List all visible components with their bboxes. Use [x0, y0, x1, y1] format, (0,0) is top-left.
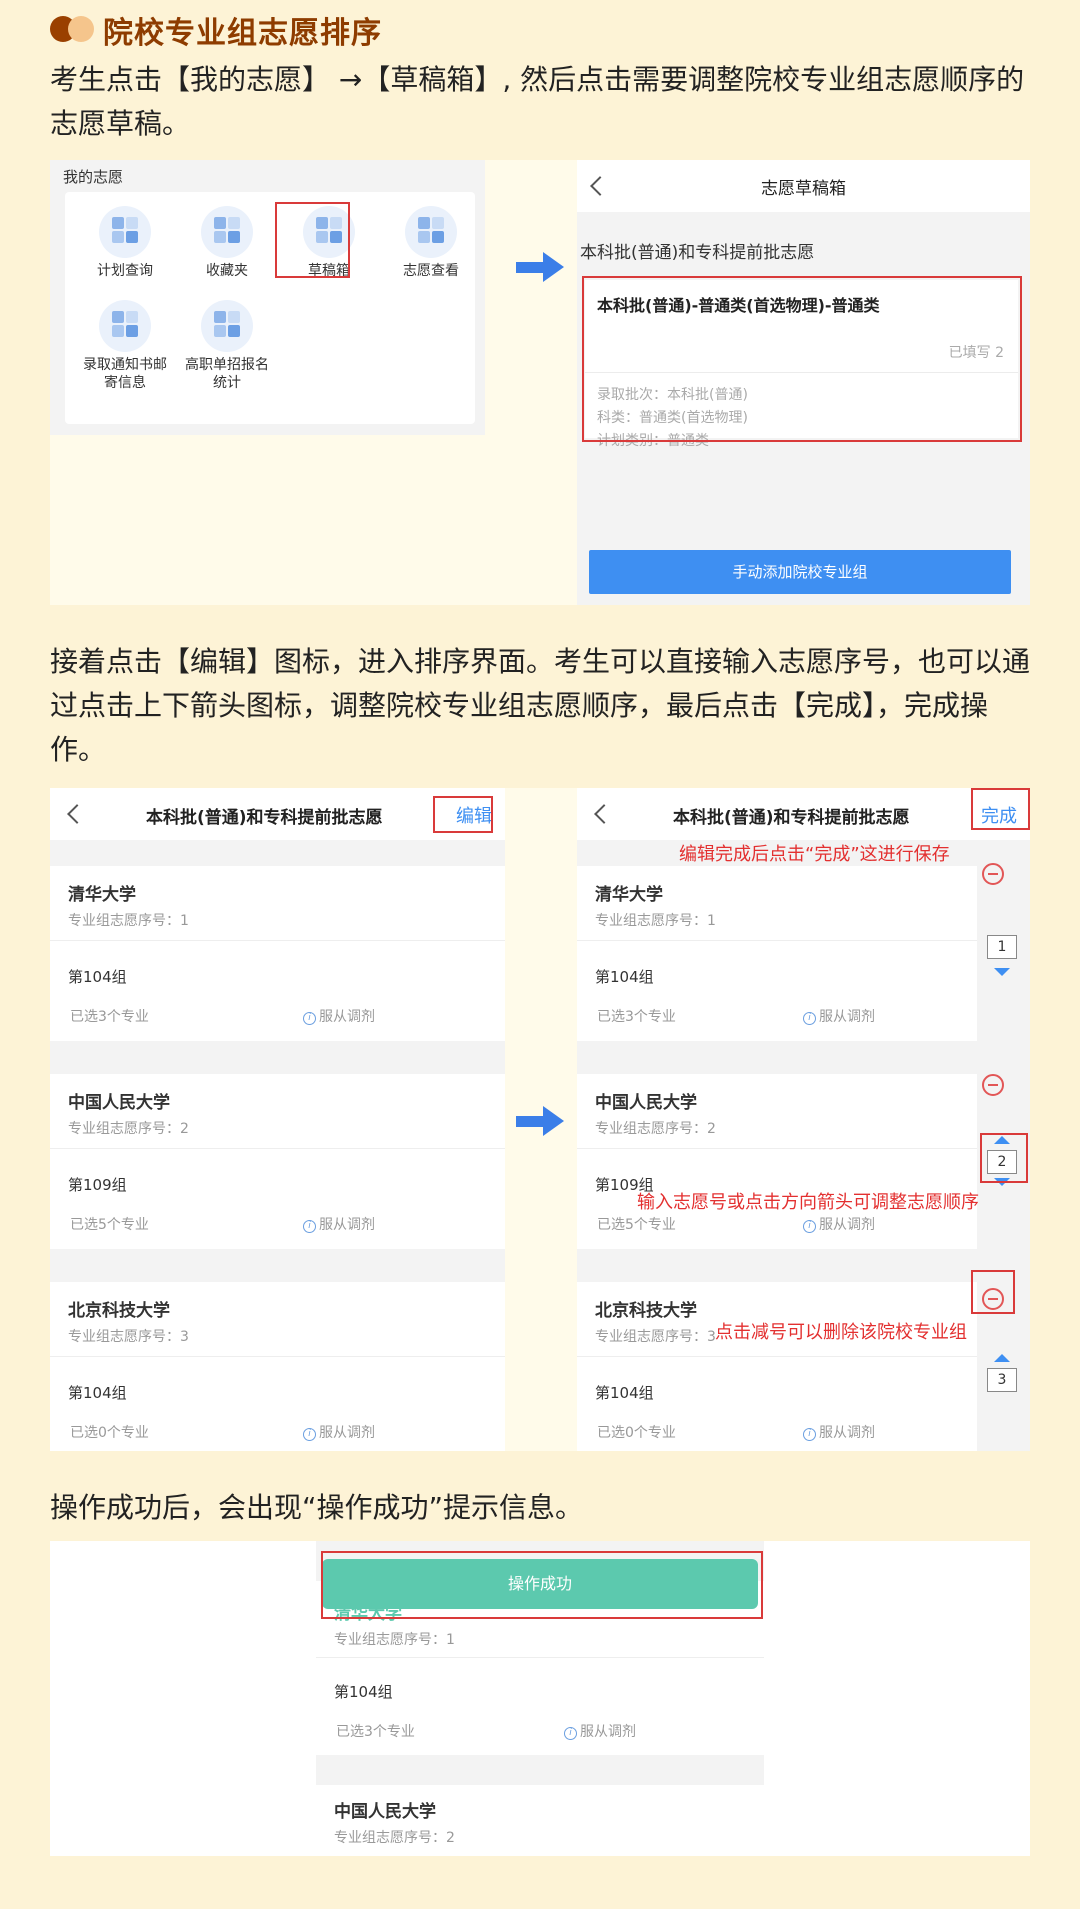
screenshot-sort: 本科批(普通)和专科提前批志愿 编辑 清华大学 专业组志愿序号：1 第104组 …	[50, 788, 1030, 1451]
draft-highlight-box	[582, 276, 1022, 442]
instruction-paragraph-3: 操作成功后，会出现“操作成功”提示信息。	[50, 1491, 584, 1524]
arrow-up-icon[interactable]	[994, 1354, 1010, 1362]
app-vocational-stats[interactable]: 高职单招报名统计	[177, 300, 277, 392]
section-title: 院校专业组志愿排序	[103, 16, 382, 51]
save-note: 编辑完成后点击“完成”这进行保存	[679, 844, 950, 865]
delete-note: 点击减号可以删除该院校专业组	[715, 1322, 967, 1343]
right-arrow-icon	[516, 1106, 564, 1136]
list-item[interactable]: 清华大学 专业组志愿序号：1 第104组 已选3个专业 i 服从调剂	[50, 866, 505, 1041]
list-nav-title: 本科批(普通)和专科提前批志愿	[146, 808, 383, 828]
info-icon: i	[803, 1220, 816, 1233]
add-group-button[interactable]: 手动添加院校专业组	[589, 550, 1011, 594]
favorites-icon	[201, 206, 253, 258]
my-choices-panel: 我的志愿 计划查询 收藏夹 草稿箱 志愿查看 录取通知书邮寄信息 高职单招报名统…	[50, 160, 485, 435]
app-view-choices[interactable]: 志愿查看	[381, 206, 481, 280]
screenshot-success: 清华大学 专业组志愿序号：1 第104组 已选3个专业 i 服从调剂 中国人民大学…	[50, 1541, 1030, 1856]
my-choices-title: 我的志愿	[63, 168, 124, 186]
minus-circle-icon[interactable]	[982, 1074, 1004, 1096]
batch-section-title: 本科批(普通)和专科提前批志愿	[580, 243, 815, 263]
list-item: 清华大学 专业组志愿序号：1 第104组 已选3个专业 i 服从调剂	[577, 866, 977, 1041]
edit-highlight-box	[433, 796, 493, 833]
screenshot-my-choices: 我的志愿 计划查询 收藏夹 草稿箱 志愿查看 录取通知书邮寄信息 高职单招报名统…	[50, 160, 1030, 605]
list-item: 中国人民大学 专业组志愿序号：2	[316, 1785, 764, 1856]
drafts-screen: 志愿草稿箱 本科批(普通)和专科提前批志愿 本科批(普通)-普通类(首选物理)-…	[577, 160, 1030, 605]
back-chevron-icon[interactable]	[67, 804, 87, 824]
list-item: 北京科技大学 专业组志愿序号：3 第104组 已选0个专业 i 服从调剂	[577, 1282, 977, 1451]
sort-nav-bar: 本科批(普通)和专科提前批志愿 完成	[577, 788, 1030, 840]
done-highlight-box	[971, 788, 1030, 830]
back-chevron-icon[interactable]	[594, 804, 614, 824]
info-icon: i	[803, 1428, 816, 1441]
drafts-nav-title: 志愿草稿箱	[761, 179, 846, 199]
sort-screen: 本科批(普通)和专科提前批志愿 完成 清华大学 专业组志愿序号：1 第104组 …	[577, 788, 1030, 1451]
list-item[interactable]: 北京科技大学 专业组志愿序号：3 第104组 已选0个专业 i 服从调剂	[50, 1282, 505, 1451]
sort-nav-title: 本科批(普通)和专科提前批志愿	[673, 808, 910, 828]
arrow-down-icon[interactable]	[994, 968, 1010, 976]
drafts-nav-bar: 志愿草稿箱	[577, 160, 1030, 212]
vocational-stats-icon	[201, 300, 253, 352]
order-highlight-box	[980, 1133, 1028, 1183]
list-item[interactable]: 中国人民大学 专业组志愿序号：2 第109组 已选5个专业 i 服从调剂	[50, 1074, 505, 1249]
app-grid: 计划查询 收藏夹 草稿箱 志愿查看 录取通知书邮寄信息 高职单招报名统计	[65, 192, 475, 424]
app-mail-info[interactable]: 录取通知书邮寄信息	[75, 300, 175, 392]
minus-highlight-box	[971, 1270, 1015, 1314]
section-dots-icon	[50, 14, 100, 44]
info-icon: i	[303, 1012, 316, 1025]
view-choices-icon	[405, 206, 457, 258]
minus-circle-icon[interactable]	[982, 863, 1004, 885]
drafts-highlight-box	[275, 202, 350, 278]
order-note: 输入志愿号或点击方向箭头可调整志愿顺序	[637, 1192, 979, 1213]
instruction-paragraph-1: 考生点击【我的志愿】 →【草稿箱】, 然后点击需要调整院校专业组志愿顺序的志愿草…	[50, 63, 1025, 140]
info-icon: i	[303, 1428, 316, 1441]
list-item: 中国人民大学 专业组志愿序号：2 第109组 已选5个专业 i 服从调剂	[577, 1074, 977, 1249]
info-icon: i	[303, 1220, 316, 1233]
mail-info-icon	[99, 300, 151, 352]
app-favorites[interactable]: 收藏夹	[177, 206, 277, 280]
instruction-paragraph-2: 接着点击【编辑】图标，进入排序界面。考生可以直接输入志愿序号，也可以通过点击上下…	[50, 645, 1031, 766]
info-icon: i	[803, 1012, 816, 1025]
info-icon: i	[564, 1727, 577, 1740]
toast-highlight-box	[321, 1551, 763, 1619]
right-arrow-icon	[516, 252, 564, 282]
order-input[interactable]: 3	[987, 1368, 1017, 1392]
plan-query-icon	[99, 206, 151, 258]
app-plan-query[interactable]: 计划查询	[75, 206, 175, 280]
order-input[interactable]: 1	[987, 935, 1017, 959]
edit-list-screen: 本科批(普通)和专科提前批志愿 编辑 清华大学 专业组志愿序号：1 第104组 …	[50, 788, 505, 1451]
